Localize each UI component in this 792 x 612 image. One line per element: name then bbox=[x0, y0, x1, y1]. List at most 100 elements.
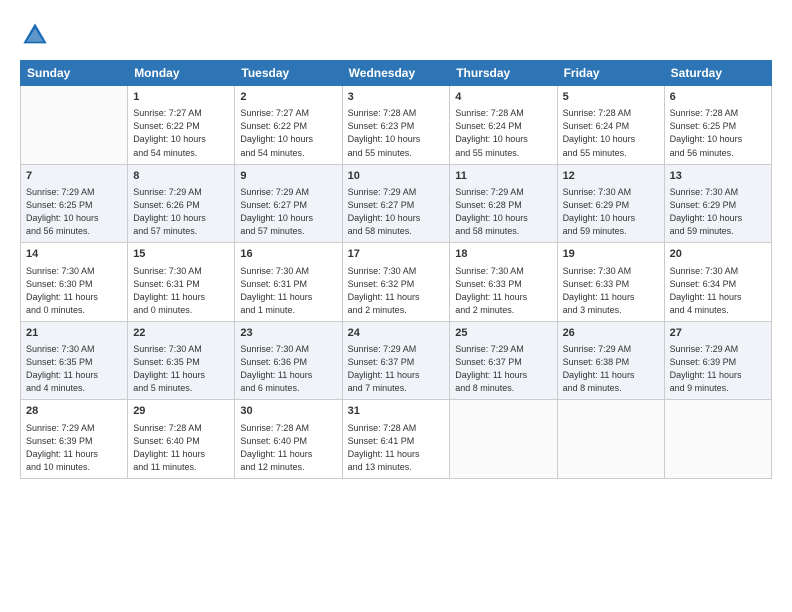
day-cell: 2 Sunrise: 7:27 AM Sunset: 6:22 PM Daylig… bbox=[235, 86, 342, 165]
day-info: Sunrise: 7:29 AM Sunset: 6:38 PM Dayligh… bbox=[563, 343, 659, 395]
day-number: 12 bbox=[563, 169, 659, 184]
day-cell: 25 Sunrise: 7:29 AM Sunset: 6:37 PM Dayli… bbox=[450, 321, 557, 400]
day-number: 28 bbox=[26, 404, 122, 419]
day-number: 15 bbox=[133, 247, 229, 262]
day-cell: 7 Sunrise: 7:29 AM Sunset: 6:25 PM Daylig… bbox=[21, 164, 128, 243]
day-number: 17 bbox=[348, 247, 445, 262]
day-info: Sunrise: 7:30 AM Sunset: 6:32 PM Dayligh… bbox=[348, 265, 445, 317]
day-cell: 17 Sunrise: 7:30 AM Sunset: 6:32 PM Dayli… bbox=[342, 243, 450, 322]
day-cell bbox=[664, 400, 771, 479]
week-row-4: 21 Sunrise: 7:30 AM Sunset: 6:35 PM Dayli… bbox=[21, 321, 772, 400]
day-cell: 23 Sunrise: 7:30 AM Sunset: 6:36 PM Dayli… bbox=[235, 321, 342, 400]
col-header-monday: Monday bbox=[128, 61, 235, 86]
day-number: 14 bbox=[26, 247, 122, 262]
day-cell: 29Sunrise: 7:28 AM Sunset: 6:40 PM Dayli… bbox=[128, 400, 235, 479]
day-info: Sunrise: 7:30 AM Sunset: 6:29 PM Dayligh… bbox=[563, 186, 659, 238]
day-info: Sunrise: 7:29 AM Sunset: 6:37 PM Dayligh… bbox=[348, 343, 445, 395]
day-number: 24 bbox=[348, 326, 445, 341]
day-info: Sunrise: 7:28 AM Sunset: 6:24 PM Dayligh… bbox=[455, 107, 551, 159]
day-info: Sunrise: 7:30 AM Sunset: 6:30 PM Dayligh… bbox=[26, 265, 122, 317]
logo bbox=[20, 20, 54, 50]
day-cell: 3 Sunrise: 7:28 AM Sunset: 6:23 PM Daylig… bbox=[342, 86, 450, 165]
day-info: Sunrise: 7:27 AM Sunset: 6:22 PM Dayligh… bbox=[133, 107, 229, 159]
day-number: 30 bbox=[240, 404, 336, 419]
day-number: 20 bbox=[670, 247, 766, 262]
day-info: Sunrise: 7:28 AM Sunset: 6:24 PM Dayligh… bbox=[563, 107, 659, 159]
day-cell: 31Sunrise: 7:28 AM Sunset: 6:41 PM Dayli… bbox=[342, 400, 450, 479]
day-info: Sunrise: 7:30 AM Sunset: 6:31 PM Dayligh… bbox=[133, 265, 229, 317]
week-row-2: 7 Sunrise: 7:29 AM Sunset: 6:25 PM Daylig… bbox=[21, 164, 772, 243]
day-cell: 20Sunrise: 7:30 AM Sunset: 6:34 PM Dayli… bbox=[664, 243, 771, 322]
day-cell: 12 Sunrise: 7:30 AM Sunset: 6:29 PM Dayli… bbox=[557, 164, 664, 243]
day-number: 23 bbox=[240, 326, 336, 341]
day-number: 9 bbox=[240, 169, 336, 184]
day-number: 4 bbox=[455, 90, 551, 105]
day-number: 16 bbox=[240, 247, 336, 262]
header-row: SundayMondayTuesdayWednesdayThursdayFrid… bbox=[21, 61, 772, 86]
day-cell: 27 Sunrise: 7:29 AM Sunset: 6:39 PM Dayli… bbox=[664, 321, 771, 400]
day-cell: 16 Sunrise: 7:30 AM Sunset: 6:31 PM Dayli… bbox=[235, 243, 342, 322]
day-info: Sunrise: 7:29 AM Sunset: 6:25 PM Dayligh… bbox=[26, 186, 122, 238]
col-header-thursday: Thursday bbox=[450, 61, 557, 86]
day-number: 18 bbox=[455, 247, 551, 262]
day-cell: 14 Sunrise: 7:30 AM Sunset: 6:30 PM Dayli… bbox=[21, 243, 128, 322]
week-row-3: 14 Sunrise: 7:30 AM Sunset: 6:30 PM Dayli… bbox=[21, 243, 772, 322]
day-cell: 10 Sunrise: 7:29 AM Sunset: 6:27 PM Dayli… bbox=[342, 164, 450, 243]
day-cell bbox=[557, 400, 664, 479]
day-number: 3 bbox=[348, 90, 445, 105]
day-cell: 21 Sunrise: 7:30 AM Sunset: 6:35 PM Dayli… bbox=[21, 321, 128, 400]
day-number: 27 bbox=[670, 326, 766, 341]
day-cell: 15 Sunrise: 7:30 AM Sunset: 6:31 PM Dayli… bbox=[128, 243, 235, 322]
day-info: Sunrise: 7:29 AM Sunset: 6:39 PM Dayligh… bbox=[26, 422, 122, 474]
day-number: 5 bbox=[563, 90, 659, 105]
day-number: 6 bbox=[670, 90, 766, 105]
day-number: 13 bbox=[670, 169, 766, 184]
day-cell: 8Sunrise: 7:29 AM Sunset: 6:26 PM Daylig… bbox=[128, 164, 235, 243]
day-info: Sunrise: 7:29 AM Sunset: 6:37 PM Dayligh… bbox=[455, 343, 551, 395]
day-number: 1 bbox=[133, 90, 229, 105]
day-cell: 24 Sunrise: 7:29 AM Sunset: 6:37 PM Dayli… bbox=[342, 321, 450, 400]
calendar: SundayMondayTuesdayWednesdayThursdayFrid… bbox=[20, 60, 772, 479]
day-info: Sunrise: 7:28 AM Sunset: 6:40 PM Dayligh… bbox=[240, 422, 336, 474]
col-header-wednesday: Wednesday bbox=[342, 61, 450, 86]
col-header-tuesday: Tuesday bbox=[235, 61, 342, 86]
day-info: Sunrise: 7:30 AM Sunset: 6:33 PM Dayligh… bbox=[455, 265, 551, 317]
day-cell: 1 Sunrise: 7:27 AM Sunset: 6:22 PM Daylig… bbox=[128, 86, 235, 165]
day-cell bbox=[21, 86, 128, 165]
day-number: 11 bbox=[455, 169, 551, 184]
day-cell: 11 Sunrise: 7:29 AM Sunset: 6:28 PM Dayli… bbox=[450, 164, 557, 243]
day-info: Sunrise: 7:30 AM Sunset: 6:31 PM Dayligh… bbox=[240, 265, 336, 317]
day-cell: 19Sunrise: 7:30 AM Sunset: 6:33 PM Dayli… bbox=[557, 243, 664, 322]
day-info: Sunrise: 7:30 AM Sunset: 6:35 PM Dayligh… bbox=[26, 343, 122, 395]
day-info: Sunrise: 7:27 AM Sunset: 6:22 PM Dayligh… bbox=[240, 107, 336, 159]
day-number: 25 bbox=[455, 326, 551, 341]
day-cell: 9Sunrise: 7:29 AM Sunset: 6:27 PM Daylig… bbox=[235, 164, 342, 243]
day-cell: 30 Sunrise: 7:28 AM Sunset: 6:40 PM Dayli… bbox=[235, 400, 342, 479]
day-number: 29 bbox=[133, 404, 229, 419]
day-number: 26 bbox=[563, 326, 659, 341]
day-info: Sunrise: 7:29 AM Sunset: 6:28 PM Dayligh… bbox=[455, 186, 551, 238]
logo-icon bbox=[20, 20, 50, 50]
col-header-saturday: Saturday bbox=[664, 61, 771, 86]
day-info: Sunrise: 7:30 AM Sunset: 6:36 PM Dayligh… bbox=[240, 343, 336, 395]
day-info: Sunrise: 7:28 AM Sunset: 6:23 PM Dayligh… bbox=[348, 107, 445, 159]
day-cell: 28 Sunrise: 7:29 AM Sunset: 6:39 PM Dayli… bbox=[21, 400, 128, 479]
day-info: Sunrise: 7:29 AM Sunset: 6:39 PM Dayligh… bbox=[670, 343, 766, 395]
day-cell: 13 Sunrise: 7:30 AM Sunset: 6:29 PM Dayli… bbox=[664, 164, 771, 243]
day-number: 8 bbox=[133, 169, 229, 184]
day-info: Sunrise: 7:30 AM Sunset: 6:35 PM Dayligh… bbox=[133, 343, 229, 395]
day-info: Sunrise: 7:30 AM Sunset: 6:29 PM Dayligh… bbox=[670, 186, 766, 238]
day-cell: 26 Sunrise: 7:29 AM Sunset: 6:38 PM Dayli… bbox=[557, 321, 664, 400]
day-info: Sunrise: 7:29 AM Sunset: 6:27 PM Dayligh… bbox=[348, 186, 445, 238]
day-number: 22 bbox=[133, 326, 229, 341]
day-cell: 18 Sunrise: 7:30 AM Sunset: 6:33 PM Dayli… bbox=[450, 243, 557, 322]
day-number: 10 bbox=[348, 169, 445, 184]
header bbox=[20, 20, 772, 50]
week-row-5: 28 Sunrise: 7:29 AM Sunset: 6:39 PM Dayli… bbox=[21, 400, 772, 479]
day-cell: 5 Sunrise: 7:28 AM Sunset: 6:24 PM Daylig… bbox=[557, 86, 664, 165]
day-number: 21 bbox=[26, 326, 122, 341]
day-number: 2 bbox=[240, 90, 336, 105]
day-cell bbox=[450, 400, 557, 479]
day-number: 7 bbox=[26, 169, 122, 184]
day-cell: 22 Sunrise: 7:30 AM Sunset: 6:35 PM Dayli… bbox=[128, 321, 235, 400]
